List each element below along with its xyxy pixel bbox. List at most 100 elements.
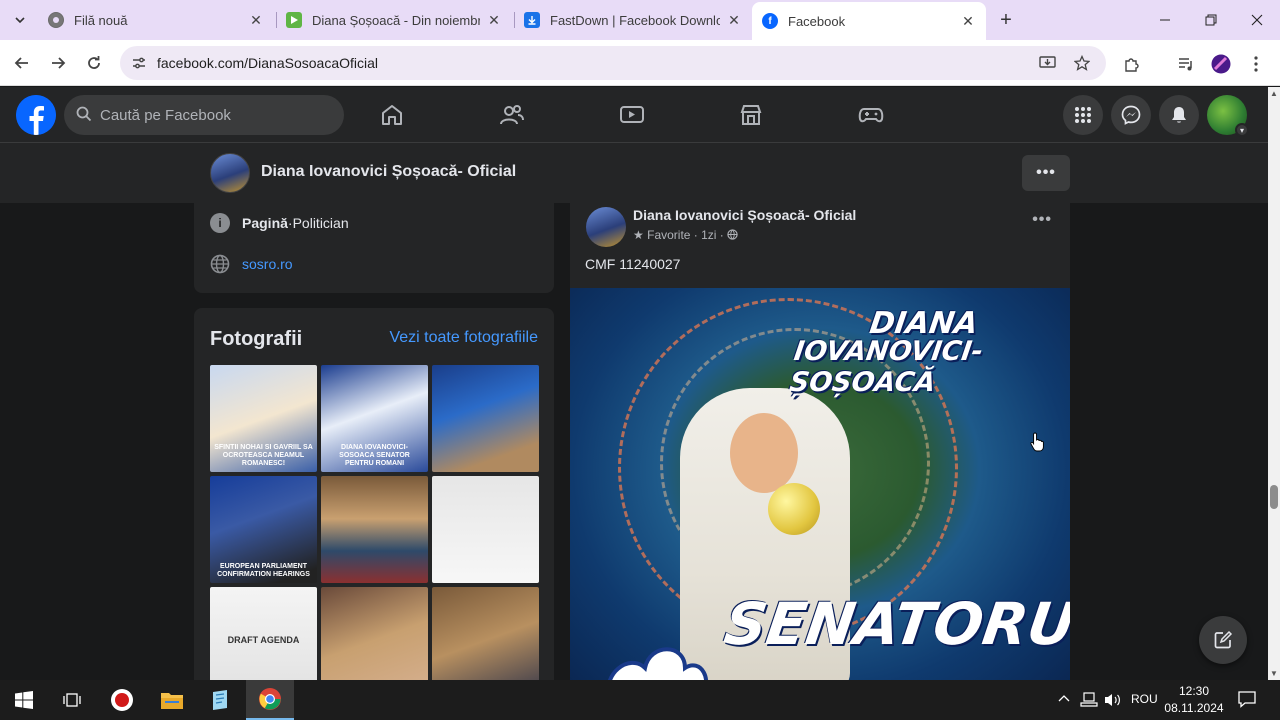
forward-button[interactable] <box>44 49 72 77</box>
public-globe-icon <box>727 228 738 242</box>
close-window-button[interactable] <box>1234 0 1280 40</box>
volume-icon[interactable] <box>1104 692 1122 711</box>
home-icon <box>382 105 402 125</box>
page-scrollbar[interactable]: ▲ ▼ <box>1268 87 1280 680</box>
minimize-button[interactable] <box>1142 0 1188 40</box>
extensions-puzzle-icon[interactable] <box>1122 54 1142 74</box>
taskbar-recorder[interactable] <box>98 680 146 720</box>
scroll-up-arrow-icon[interactable]: ▲ <box>1270 89 1278 98</box>
page-title[interactable]: Diana Iovanovici Șoșoacă- Oficial <box>261 163 516 181</box>
tab-search-button[interactable] <box>6 6 34 34</box>
tab-fastdown[interactable]: FastDown | Facebook Downloa ✕ <box>514 6 752 34</box>
facebook-logo-icon[interactable] <box>16 95 56 135</box>
tab-title: Diana Șoșoacă - Din noiembrie <box>312 12 480 28</box>
close-tab-icon[interactable]: ✕ <box>726 12 742 29</box>
taskbar-app[interactable] <box>196 680 244 720</box>
nav-video[interactable] <box>615 99 649 131</box>
website-link[interactable]: sosro.ro <box>242 256 293 272</box>
close-tab-icon[interactable]: ✕ <box>486 12 502 29</box>
post-options-button[interactable]: ••• <box>1032 211 1052 229</box>
intro-category-row: i Pagină · Politician <box>210 213 349 233</box>
input-language[interactable]: ROU <box>1131 692 1158 706</box>
address-bar[interactable]: facebook.com/DianaSosoacaOficial <box>120 46 1106 80</box>
action-center-button[interactable] <box>1238 690 1256 711</box>
task-view-icon <box>63 693 81 707</box>
url-text: facebook.com/DianaSosoacaOficial <box>157 55 379 71</box>
info-icon: i <box>210 213 230 233</box>
nav-friends[interactable] <box>495 99 529 131</box>
media-controls-icon[interactable] <box>1176 54 1196 74</box>
quince-fruit <box>768 483 820 535</box>
task-view-button[interactable] <box>48 680 96 720</box>
post-time[interactable]: · 1zi · <box>690 228 727 242</box>
messenger-button[interactable] <box>1111 95 1151 135</box>
facebook-top-nav: ▾ <box>0 87 1268 143</box>
new-message-button[interactable] <box>1199 616 1247 664</box>
post-author-name[interactable]: Diana Iovanovici Șoșoacă- Oficial <box>633 207 856 223</box>
site-info-icon[interactable] <box>130 54 148 72</box>
taskbar-clock[interactable]: 12:30 08.11.2024 <box>1160 683 1228 717</box>
install-app-icon[interactable] <box>1038 54 1058 72</box>
nav-marketplace[interactable] <box>734 99 768 131</box>
photo-thumbnail[interactable]: DIANA IOVANOVICI-SOSOACA SENATOR PENTRU … <box>321 365 428 472</box>
windows-taskbar: ROU 12:30 08.11.2024 <box>0 680 1280 720</box>
profile-avatar-icon[interactable] <box>1211 54 1231 74</box>
tab-facebook[interactable]: f Facebook ✕ <box>752 2 986 40</box>
browser-toolbar: facebook.com/DianaSosoacaOficial <box>0 40 1280 86</box>
photo-caption: DIANA IOVANOVICI-SOSOACA SENATOR PENTRU … <box>339 444 410 467</box>
menu-button[interactable] <box>1063 95 1103 135</box>
photo-thumbnail[interactable]: EUROPEAN PARLIAMENT CONFIRMATION HEARING… <box>210 476 317 583</box>
browser-menu-icon[interactable] <box>1246 54 1266 74</box>
image-side-strip <box>576 300 584 420</box>
taskbar-file-explorer[interactable] <box>148 680 196 720</box>
post-author-avatar[interactable] <box>586 207 626 247</box>
reload-button[interactable] <box>80 49 108 77</box>
back-button[interactable] <box>8 49 36 77</box>
reload-icon <box>88 56 100 69</box>
party-logo-icon <box>608 647 709 680</box>
show-hidden-icons[interactable] <box>1058 692 1070 706</box>
bookmark-star-icon[interactable] <box>1072 54 1092 72</box>
record-icon <box>111 689 133 711</box>
taskbar-chrome[interactable] <box>246 680 294 720</box>
photo-thumbnail[interactable] <box>321 587 428 680</box>
photo-thumbnail[interactable]: DRAFT AGENDA <box>210 587 317 680</box>
close-tab-icon[interactable]: ✕ <box>960 13 976 30</box>
tab-diana-sosoaca-video[interactable]: Diana Șoșoacă - Din noiembrie ✕ <box>276 6 512 34</box>
restore-button[interactable] <box>1188 0 1234 40</box>
photo-thumbnail[interactable] <box>432 587 539 680</box>
account-avatar[interactable]: ▾ <box>1207 95 1249 137</box>
notifications-button[interactable] <box>1159 95 1199 135</box>
see-all-photos-link[interactable]: Vezi toate fotografiile <box>389 329 538 347</box>
folder-icon <box>161 693 183 709</box>
search-icon <box>76 106 92 126</box>
photo-thumbnail[interactable] <box>321 476 428 583</box>
page-avatar[interactable] <box>210 153 250 193</box>
close-tab-icon[interactable]: ✕ <box>248 12 264 29</box>
arrow-right-icon <box>52 57 66 69</box>
chevron-up-icon <box>1058 695 1070 702</box>
photo-thumbnail[interactable] <box>432 365 539 472</box>
post-favorite-label: Favorite <box>647 228 691 242</box>
network-icon[interactable] <box>1080 692 1098 711</box>
grid-menu-icon <box>1075 107 1091 123</box>
tab-new-tab[interactable]: Filă nouă ✕ <box>38 6 274 34</box>
search-input[interactable] <box>100 104 330 126</box>
photo-thumbnail[interactable] <box>432 476 539 583</box>
page-more-button[interactable]: ••• <box>1022 155 1070 191</box>
nav-gaming[interactable] <box>854 99 888 131</box>
restore-icon <box>1205 14 1217 26</box>
post-image[interactable]: DIANA IOVANOVICI-ȘOȘOACĂ SENATORUL <box>570 288 1070 680</box>
start-button[interactable] <box>0 680 48 720</box>
scroll-down-arrow-icon[interactable]: ▼ <box>1270 669 1278 678</box>
post-meta: ★ Favorite · 1zi · <box>633 228 738 242</box>
scrollbar-thumb[interactable] <box>1270 485 1278 509</box>
star-icon: ★ <box>633 228 644 242</box>
photo-thumbnail[interactable]: SFINTII NOHAI SI GAVRIIL SA OCROTEASCA N… <box>210 365 317 472</box>
category-prefix: Pagină <box>242 215 288 231</box>
facebook-search[interactable] <box>64 95 344 135</box>
new-tab-button[interactable]: + <box>994 8 1018 32</box>
facebook-icon: f <box>762 13 778 29</box>
nav-home[interactable] <box>375 99 409 131</box>
messenger-icon <box>1121 105 1141 125</box>
